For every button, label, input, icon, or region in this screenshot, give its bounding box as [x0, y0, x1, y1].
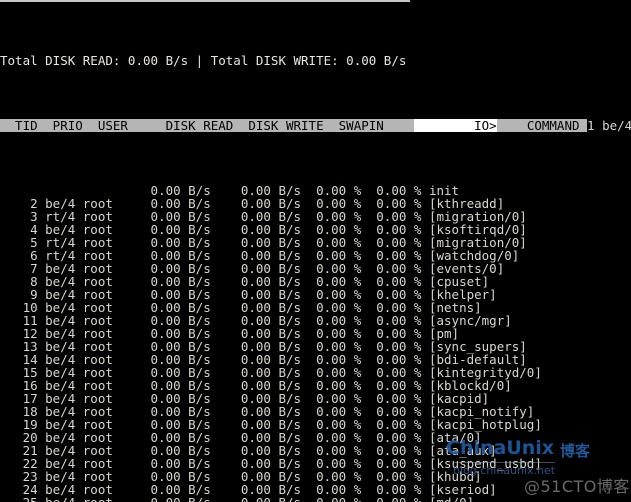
column-header-left[interactable]: TID PRIO USER DISK READ DISK WRITE SWAPI…	[0, 119, 414, 132]
iotop-summary-line: Total DISK READ: 0.00 B/s | Total DISK W…	[0, 53, 407, 68]
process-list: 0.00 B/s 0.00 B/s 0.00 % 0.00 % init 2 b…	[0, 184, 631, 502]
terminal-screen: Total DISK READ: 0.00 B/s | Total DISK W…	[0, 2, 631, 502]
column-header-overflow-text: 1 be/4	[587, 118, 631, 133]
iotop-column-header: TID PRIO USER DISK READ DISK WRITE SWAPI…	[0, 119, 631, 132]
terminal-window: Total DISK READ: 0.00 B/s | Total DISK W…	[0, 0, 631, 502]
column-header-sort-io[interactable]: IO>	[413, 119, 497, 132]
process-row[interactable]: 25 be/4 root 0.00 B/s 0.00 B/s 0.00 % 0.…	[0, 496, 631, 502]
column-header-command[interactable]: COMMAND	[496, 119, 588, 132]
